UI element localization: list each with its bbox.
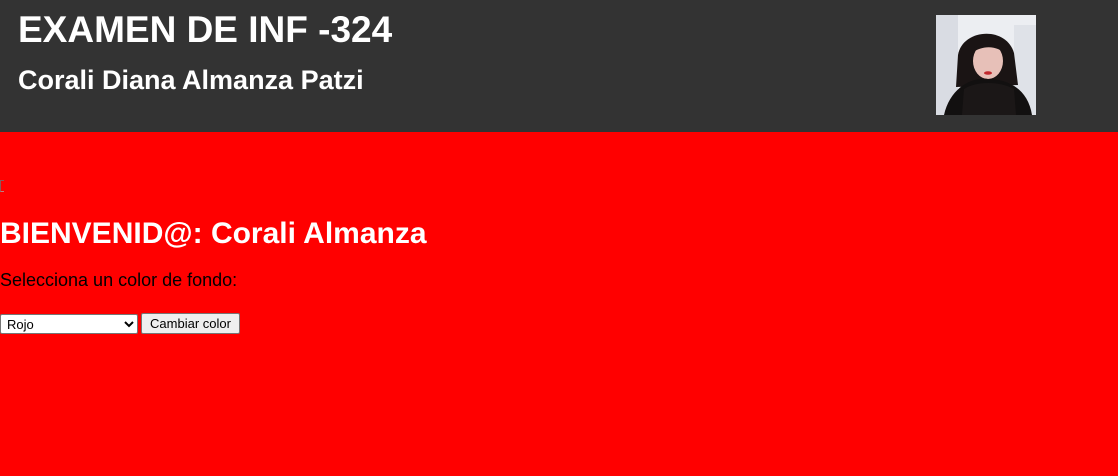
change-color-button[interactable]: Cambiar color [141, 313, 240, 334]
color-prompt-label: Selecciona un color de fondo: [0, 270, 238, 290]
author-name: Corali Diana Almanza Patzi [18, 65, 364, 95]
welcome-heading: BIENVENID@: Corali Almanza [0, 217, 427, 250]
header: EXAMEN DE INF -324 Corali Diana Almanza … [0, 0, 1118, 132]
background-color-select[interactable]: Rojo [0, 314, 138, 334]
page-title: EXAMEN DE INF -324 [18, 9, 393, 50]
avatar [936, 15, 1036, 115]
avatar-photo [936, 15, 1036, 115]
broken-image-icon [0, 180, 4, 192]
